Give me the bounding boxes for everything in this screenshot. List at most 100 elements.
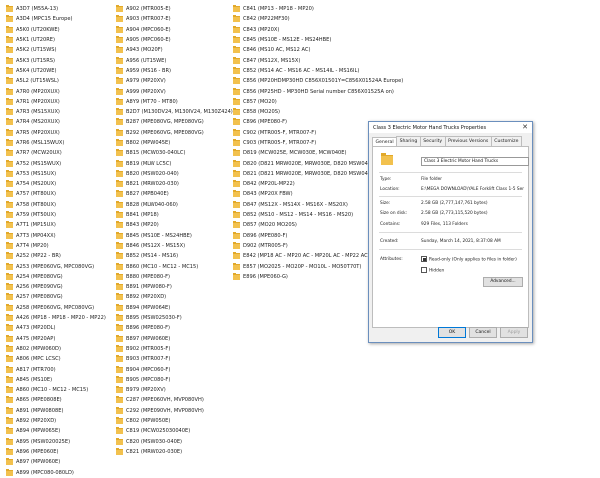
folder-item[interactable]: A758 (MT80UX) <box>6 200 106 210</box>
folder-item[interactable]: A896 (MPE060E) <box>6 447 106 457</box>
folder-item[interactable]: A860 (MC10 - MC12 - MC15) <box>6 385 106 395</box>
folder-item[interactable]: B897 (MPW060E) <box>116 334 233 344</box>
folder-item[interactable]: A802 (MPW060D) <box>6 344 106 354</box>
folder-item[interactable]: A897 (MPW060E) <box>6 457 106 467</box>
folder-item[interactable]: A258 (MPE060VG, MPC080VG) <box>6 303 106 313</box>
folder-item[interactable]: A752 (MS15WUX) <box>6 158 106 168</box>
folder-item[interactable]: C852 (MS14 AC - MS16 AC - MS14IL - MS16I… <box>233 66 403 76</box>
folder-item[interactable]: A8Y9 (MT70 - MT80) <box>116 97 233 107</box>
apply-button[interactable]: Apply <box>500 327 528 338</box>
folder-item[interactable]: B287 (MPE080VG, MPE080VG) <box>116 117 233 127</box>
folder-item[interactable]: A754 (MS20UX) <box>6 179 106 189</box>
folder-item[interactable]: B821 (MRW020-030) <box>116 179 233 189</box>
folder-item[interactable]: A5K0 (UT20KWE) <box>6 25 106 35</box>
folder-item[interactable]: A902 (MTR005-E) <box>116 4 233 14</box>
folder-item[interactable]: A253 (MPE060VG, MPC080VG) <box>6 261 106 271</box>
folder-item[interactable]: A3D4 (MPC15 Europe) <box>6 14 106 24</box>
folder-item[interactable]: B979 (MP20XV) <box>116 385 233 395</box>
folder-item[interactable]: C287 (MPE060VH, MVP080VH) <box>116 395 233 405</box>
folder-item[interactable]: C845 (MS10E - MS12E - MS24HBE) <box>233 35 403 45</box>
folder-item[interactable]: B896 (MPE080-F) <box>116 323 233 333</box>
close-icon[interactable]: ✕ <box>522 123 528 132</box>
tab-security[interactable]: Security <box>419 136 446 146</box>
folder-item[interactable]: B860 (MC10 - MC12 - MC15) <box>116 261 233 271</box>
folder-item[interactable]: A759 (MT50UX) <box>6 210 106 220</box>
folder-item[interactable]: C843 (MP20X) <box>233 25 403 35</box>
readonly-option[interactable]: Read-only (Only applies to files in fold… <box>421 256 517 263</box>
folder-item[interactable]: B895 (MSW025030-F) <box>116 313 233 323</box>
folder-item[interactable]: A817 (MTR700) <box>6 364 106 374</box>
folder-item[interactable]: A475 (MP20AP) <box>6 334 106 344</box>
folder-item[interactable]: C819 (MCW025030040E) <box>116 426 233 436</box>
folder-item[interactable]: A943 (MO20F) <box>116 45 233 55</box>
folder-item[interactable]: A7R7 (MCW20UX) <box>6 148 106 158</box>
folder-item[interactable]: C856 (MP25HD - MP30HD Serial number C856… <box>233 86 403 96</box>
folder-item[interactable]: A845 (MS10E) <box>6 375 106 385</box>
folder-item[interactable]: A3D7 (M55A-13) <box>6 4 106 14</box>
folder-item[interactable]: A904 (MPC060-E) <box>116 25 233 35</box>
folder-item[interactable]: C802 (MPW050E) <box>116 416 233 426</box>
folder-item[interactable]: B828 (MLW040-060) <box>116 200 233 210</box>
folder-item[interactable]: C842 (MP22MF30) <box>233 14 403 24</box>
folder-item[interactable]: A5K4 (UT20WE) <box>6 66 106 76</box>
folder-item[interactable]: A999 (MP20XV) <box>116 86 233 96</box>
folder-item[interactable]: A979 (MP20XV) <box>116 76 233 86</box>
folder-item[interactable]: A5K1 (UT20RE) <box>6 35 106 45</box>
folder-item[interactable]: A5K3 (UT15RS) <box>6 55 106 65</box>
folder-item[interactable]: B902 (MTR005-F) <box>116 344 233 354</box>
folder-item[interactable]: B894 (MPW064E) <box>116 303 233 313</box>
folder-item[interactable]: A5K2 (UT15WS) <box>6 45 106 55</box>
folder-item[interactable]: B827 (MPB040E) <box>116 189 233 199</box>
folder-name-field[interactable]: Class 3 Electric Motor Hand Trucks <box>421 157 529 166</box>
folder-item[interactable]: A426 (MP18 - MP18 - MP20 - MP22) <box>6 313 106 323</box>
folder-item[interactable]: B2D7 (M130DV24, M130IV24, M130Z424) <box>116 107 233 117</box>
folder-item[interactable]: B820 (MSW020-040) <box>116 169 233 179</box>
folder-item[interactable]: A892 (MP20XD) <box>6 416 106 426</box>
folder-item[interactable]: A5L2 (UT15WSL) <box>6 76 106 86</box>
folder-item[interactable]: B905 (MPC080-F) <box>116 375 233 385</box>
folder-item[interactable]: A7T4 (MP20) <box>6 241 106 251</box>
folder-item[interactable]: A905 (MPC060-E) <box>116 35 233 45</box>
folder-item[interactable]: B845 (MS10E - MS24HBE) <box>116 231 233 241</box>
folder-item[interactable]: A753 (MS15UX) <box>6 169 106 179</box>
readonly-checkbox[interactable] <box>421 256 427 262</box>
folder-item[interactable]: B819 (MLW LC5C) <box>116 158 233 168</box>
folder-item[interactable]: C820 (MSW030-040E) <box>116 436 233 446</box>
advanced-button[interactable]: Advanced... <box>483 277 523 287</box>
folder-item[interactable]: A757 (MT80UX) <box>6 189 106 199</box>
tab-sharing[interactable]: Sharing <box>396 136 421 146</box>
folder-item[interactable]: C858 (MO20S) <box>233 107 403 117</box>
folder-item[interactable]: C846 (MS10 AC, MS12 AC) <box>233 45 403 55</box>
folder-item[interactable]: A252 (MP22 - BR) <box>6 251 106 261</box>
folder-item[interactable]: A7R6 (MSL15WUX) <box>6 138 106 148</box>
folder-item[interactable]: A7T1 (MP15UX) <box>6 220 106 230</box>
hidden-option[interactable]: Hidden <box>421 267 444 274</box>
folder-item[interactable]: B802 (MPW045E) <box>116 138 233 148</box>
hidden-checkbox[interactable] <box>421 267 427 273</box>
folder-item[interactable]: B843 (MP20) <box>116 220 233 230</box>
folder-item[interactable]: A806 (MPC LCSC) <box>6 354 106 364</box>
folder-item[interactable]: A7R0 (MP20XUX) <box>6 86 106 96</box>
folder-item[interactable]: A7R3 (MS15XUX) <box>6 107 106 117</box>
ok-button[interactable]: OK <box>438 327 466 338</box>
folder-item[interactable]: A895 (MSW020025E) <box>6 436 106 446</box>
folder-item[interactable]: C292 (MPE090VH, MVP080VH) <box>116 406 233 416</box>
tab-customize[interactable]: Customize <box>490 136 522 146</box>
folder-item[interactable]: A254 (MPE080VG) <box>6 272 106 282</box>
folder-item[interactable]: C821 (MRW020-030E) <box>116 447 233 457</box>
folder-item[interactable]: B852 (MS14 - MS16) <box>116 251 233 261</box>
folder-item[interactable]: B292 (MPE060VG, MPE080VG) <box>116 128 233 138</box>
folder-item[interactable]: A899 (MPC080-080LD) <box>6 467 106 477</box>
folder-item[interactable]: B846 (MS12X - MS15X) <box>116 241 233 251</box>
folder-item[interactable]: B891 (MPW080-F) <box>116 282 233 292</box>
folder-item[interactable]: A894 (MPW065E) <box>6 426 106 436</box>
folder-item[interactable]: A891 (MPW0808E) <box>6 406 106 416</box>
folder-item[interactable]: B903 (MTR007-F) <box>116 354 233 364</box>
folder-item[interactable]: A7T3 (MP04XX) <box>6 231 106 241</box>
folder-item[interactable]: B841 (MP18) <box>116 210 233 220</box>
tab-previous-versions[interactable]: Previous Versions <box>444 136 492 146</box>
folder-item[interactable]: C857 (MO20) <box>233 97 403 107</box>
folder-item[interactable]: A256 (MPE090VG) <box>6 282 106 292</box>
folder-item[interactable]: C841 (MP13 - MP18 - MP20) <box>233 4 403 14</box>
folder-item[interactable]: A903 (MTR007-E) <box>116 14 233 24</box>
